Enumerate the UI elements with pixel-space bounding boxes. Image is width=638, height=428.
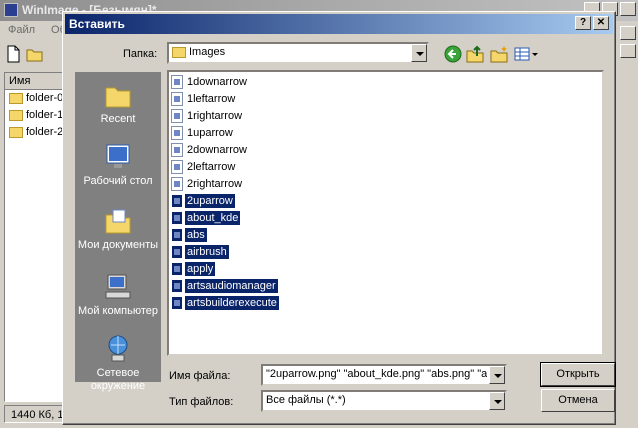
file-item[interactable]: abs <box>171 227 207 244</box>
open-button[interactable]: Открыть <box>540 362 616 387</box>
folder-combo[interactable]: Images <box>167 42 429 64</box>
folder-icon <box>9 126 23 138</box>
filetype-value: Все файлы (*.*) <box>266 394 346 406</box>
file-name: 2downarrow <box>187 144 247 156</box>
insert-dialog: Вставить ? ✕ Папка: Images Recent Рабочи… <box>62 11 616 425</box>
file-item[interactable]: 2rightarrow <box>171 176 244 193</box>
file-name: 1uparrow <box>187 127 233 139</box>
file-name: abs <box>185 228 207 242</box>
file-item[interactable]: artsaudiomanager <box>171 278 278 295</box>
place-desktop[interactable]: Рабочий стол <box>75 142 161 188</box>
image-file-icon <box>171 126 183 141</box>
image-file-icon <box>171 177 183 192</box>
image-file-icon <box>171 75 183 90</box>
file-item[interactable]: apply <box>171 261 216 278</box>
bg-child-restore-button[interactable] <box>620 26 636 40</box>
places-bar: Recent Рабочий стол Мои документы Мой ко… <box>75 72 161 392</box>
file-item[interactable]: 2downarrow <box>171 142 249 159</box>
list-item[interactable]: folder-1 <box>5 107 67 124</box>
back-icon[interactable] <box>443 44 463 64</box>
image-file-icon <box>171 245 183 260</box>
place-my-documents[interactable]: Мои документы <box>75 206 161 252</box>
file-name: airbrush <box>185 245 229 259</box>
file-item[interactable]: about_kde <box>171 210 241 227</box>
folder-icon <box>9 92 23 104</box>
dialog-titlebar: Вставить ? ✕ <box>65 14 613 34</box>
desktop-icon <box>103 142 133 172</box>
chevron-down-icon[interactable] <box>489 392 505 410</box>
place-network[interactable]: Сетевое окружение <box>75 334 161 393</box>
file-item[interactable]: 2leftarrow <box>171 159 237 176</box>
filename-value: "2uparrow.png" "about_kde.png" "abs.png"… <box>266 368 487 380</box>
filename-label: Имя файла: <box>169 370 231 382</box>
recent-folder-icon <box>103 80 133 110</box>
file-item[interactable]: 1uparrow <box>171 125 235 142</box>
my-documents-icon <box>103 206 133 236</box>
file-name: about_kde <box>185 211 241 225</box>
file-name: artsaudiomanager <box>185 279 278 293</box>
file-name: 2uparrow <box>185 194 235 208</box>
file-list[interactable]: 1downarrow 1leftarrow 1rightarrow 1uparrow 2… <box>167 70 604 356</box>
list-item[interactable]: folder-2 <box>5 124 67 141</box>
image-file-icon <box>171 296 183 311</box>
background-right-controls <box>620 22 638 422</box>
up-folder-icon[interactable] <box>465 44 485 64</box>
background-statusbar: 1440 Кб, 1 <box>4 405 66 423</box>
image-file-icon <box>171 160 183 175</box>
file-item[interactable]: airbrush <box>171 244 229 261</box>
image-file-icon <box>171 262 183 277</box>
filename-field[interactable]: "2uparrow.png" "about_kde.png" "abs.png"… <box>261 364 507 386</box>
folder-icon <box>172 46 186 58</box>
image-file-icon <box>171 143 183 158</box>
image-file-icon <box>171 194 183 209</box>
file-item[interactable]: 1rightarrow <box>171 108 244 125</box>
my-computer-icon <box>103 272 133 302</box>
image-file-icon <box>171 279 183 294</box>
file-item[interactable]: artsbuilderexecute <box>171 295 279 312</box>
file-item[interactable]: 1leftarrow <box>171 91 237 108</box>
bg-close-button[interactable] <box>620 2 636 16</box>
file-name: apply <box>185 262 216 276</box>
name-column-header[interactable]: Имя <box>5 73 67 90</box>
chevron-down-icon[interactable] <box>411 44 427 62</box>
image-file-icon <box>171 211 183 226</box>
close-button[interactable]: ✕ <box>593 16 609 30</box>
filetype-select[interactable]: Все файлы (*.*) <box>261 390 507 412</box>
dialog-title: Вставить <box>69 17 125 31</box>
menu-file[interactable]: Файл <box>0 22 43 38</box>
open-folder-icon[interactable] <box>26 45 44 63</box>
image-file-icon <box>171 228 183 243</box>
file-name: 1leftarrow <box>187 93 236 105</box>
file-item[interactable]: 2uparrow <box>171 193 235 210</box>
filetype-label: Тип файлов: <box>169 396 234 408</box>
image-file-icon <box>171 92 183 107</box>
view-menu-icon[interactable] <box>513 44 539 64</box>
network-icon <box>103 334 133 364</box>
folder-icon <box>9 109 23 121</box>
chevron-down-icon[interactable] <box>489 366 505 384</box>
background-toolbar <box>4 45 48 66</box>
image-file-icon <box>171 109 183 124</box>
file-name: 1rightarrow <box>187 110 243 122</box>
file-item[interactable]: 1downarrow <box>171 74 249 91</box>
file-name: artsbuilderexecute <box>185 296 279 310</box>
file-name: 2leftarrow <box>187 161 236 173</box>
place-my-computer[interactable]: Мой компьютер <box>75 272 161 318</box>
folder-value: Images <box>189 46 226 58</box>
cancel-button[interactable]: Отмена <box>541 389 615 412</box>
help-button[interactable]: ? <box>575 16 591 30</box>
folder-label: Папка: <box>123 48 158 60</box>
new-folder-icon[interactable] <box>489 44 509 64</box>
bg-child-close-button[interactable] <box>620 44 636 58</box>
background-file-list: Имя folder-0 folder-1 folder-2 <box>4 72 68 402</box>
new-file-icon[interactable] <box>4 45 22 63</box>
file-name: 2rightarrow <box>187 178 243 190</box>
place-recent[interactable]: Recent <box>75 80 161 126</box>
winimage-app-icon <box>4 3 18 17</box>
file-name: 1downarrow <box>187 76 247 88</box>
list-item[interactable]: folder-0 <box>5 90 67 107</box>
